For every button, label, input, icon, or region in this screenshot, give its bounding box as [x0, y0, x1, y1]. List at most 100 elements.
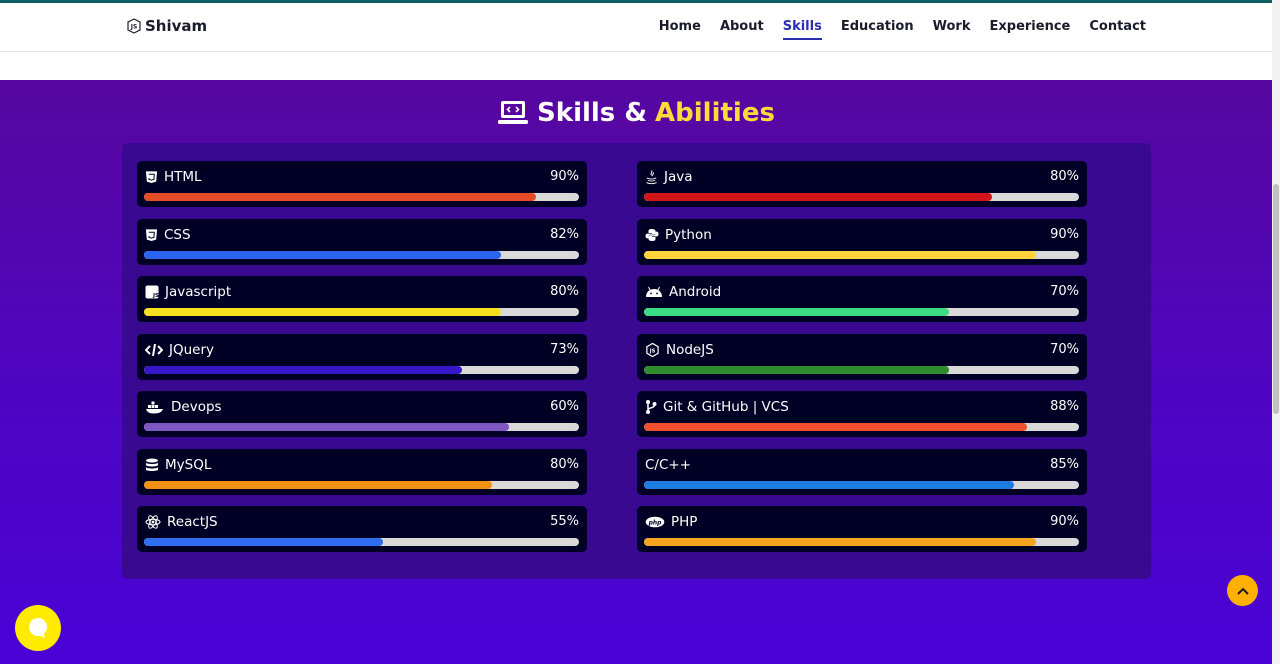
- skill-name: Git & GitHub | VCS: [663, 399, 789, 415]
- skill-label: JS Javascript: [145, 284, 231, 300]
- css3-icon: [145, 228, 158, 242]
- skill-percent: 90%: [1050, 514, 1079, 529]
- nav-link-home[interactable]: Home: [659, 19, 701, 40]
- skill-progress-track: [644, 250, 1079, 259]
- skill-progress-track: [644, 365, 1079, 374]
- page-scrollbar[interactable]: [1272, 0, 1280, 664]
- skill-label: C/C++: [645, 457, 691, 473]
- section-title: Skills & Abilities: [0, 98, 1272, 128]
- skill-progress-track: [644, 480, 1079, 489]
- skill-progress-fill: [644, 250, 1036, 259]
- skill-name: Java: [664, 169, 693, 185]
- skill-percent: 90%: [550, 169, 579, 184]
- skill-progress-fill: [144, 193, 536, 201]
- skill-progress-fill: [644, 308, 949, 316]
- skill-name: Devops: [171, 399, 222, 415]
- skill-label: HTML: [145, 169, 202, 185]
- nodejs-icon: JS: [645, 342, 660, 358]
- skill-label: Python: [645, 227, 712, 243]
- skill-label: Git & GitHub | VCS: [645, 399, 789, 415]
- skill-percent: 70%: [1050, 284, 1079, 299]
- database-icon: [145, 458, 159, 472]
- nav-link-experience[interactable]: Experience: [990, 19, 1071, 40]
- skill-label: Devops: [145, 399, 222, 415]
- skill-percent: 80%: [550, 284, 579, 299]
- code-icon: [145, 343, 163, 357]
- skill-progress-track: [144, 538, 579, 546]
- skill-card: JS NodeJS 70%: [637, 333, 1087, 380]
- react-icon: [145, 514, 161, 530]
- skill-label: ReactJS: [145, 514, 218, 530]
- chat-widget-button[interactable]: [15, 605, 61, 651]
- navbar: JS Shivam Home About Skills Education Work Ex…: [0, 3, 1272, 52]
- skill-percent: 85%: [1050, 456, 1079, 472]
- java-icon: [645, 169, 658, 185]
- skill-percent: 82%: [550, 226, 579, 242]
- skill-progress-track: [644, 538, 1079, 546]
- scroll-to-top-button[interactable]: [1227, 575, 1258, 606]
- chevron-up-icon: [1236, 587, 1249, 595]
- skill-card: HTML 90%: [137, 161, 587, 207]
- header-spacer: [0, 52, 1272, 80]
- skill-percent: 90%: [1050, 226, 1079, 242]
- skill-progress-fill: [144, 538, 384, 546]
- nav-link-work[interactable]: Work: [933, 19, 971, 40]
- nav-link-about[interactable]: About: [720, 19, 764, 40]
- skill-progress-track: [144, 250, 579, 259]
- skill-card: Java 80%: [637, 161, 1087, 207]
- skill-card: Git & GitHub | VCS 88%: [637, 391, 1087, 437]
- svg-text:JS: JS: [130, 24, 138, 31]
- docker-icon: [145, 400, 165, 414]
- skill-progress-track: [144, 480, 579, 489]
- skill-progress-fill: [144, 308, 501, 316]
- skill-progress-fill: [144, 423, 510, 431]
- skill-card: Python 90%: [637, 218, 1087, 265]
- brand-name: Shivam: [145, 17, 208, 35]
- skill-progress-fill: [644, 365, 949, 374]
- nav-link-education[interactable]: Education: [841, 19, 914, 40]
- skill-label: JS NodeJS: [645, 342, 714, 358]
- skill-progress-track: [644, 193, 1079, 201]
- skill-percent: 80%: [550, 456, 579, 472]
- skill-name: PHP: [671, 514, 698, 530]
- skill-percent: 70%: [1050, 341, 1079, 357]
- skill-progress-fill: [144, 365, 462, 374]
- skill-card: ReactJS 55%: [137, 506, 587, 552]
- skill-card: JQuery 73%: [137, 333, 587, 380]
- skill-name: NodeJS: [666, 341, 714, 358]
- skill-name: Javascript: [165, 284, 232, 300]
- skill-card: C/C++ 85%: [637, 448, 1087, 495]
- html5-icon: [145, 170, 158, 184]
- skills-panel: HTML 90% CSS 82% JS Javascript 80% JQuery 73% Dev…: [122, 143, 1151, 579]
- skill-card: JS Javascript 80%: [137, 276, 587, 322]
- skill-progress-track: [644, 423, 1079, 431]
- skill-name: Android: [669, 284, 722, 300]
- brand-logo[interactable]: JS Shivam: [126, 17, 207, 35]
- skill-card: CSS 82%: [137, 218, 587, 265]
- svg-text:php: php: [648, 519, 663, 526]
- nav-link-contact[interactable]: Contact: [1089, 19, 1146, 40]
- skill-label: JQuery: [145, 342, 214, 358]
- skill-progress-fill: [644, 423, 1027, 431]
- skill-name: JQuery: [169, 341, 215, 358]
- chat-bubble-icon: [29, 618, 47, 638]
- title-main: Skills &: [537, 98, 648, 128]
- skill-progress-fill: [644, 480, 1014, 489]
- title-highlight: Abilities: [655, 98, 775, 128]
- skill-progress-fill: [144, 250, 501, 259]
- skill-name: ReactJS: [167, 514, 218, 530]
- skill-label: Java: [645, 169, 693, 185]
- skill-label: Android: [645, 284, 721, 300]
- skill-name: CSS: [164, 226, 191, 243]
- skill-percent: 55%: [550, 514, 579, 529]
- skill-card: Devops 60%: [137, 391, 587, 437]
- skill-percent: 60%: [550, 399, 579, 414]
- android-icon: [645, 286, 663, 298]
- skill-label: php PHP: [645, 514, 697, 530]
- nav-link-skills[interactable]: Skills: [782, 19, 822, 40]
- laptop-code-icon: [498, 101, 529, 124]
- svg-text:JS: JS: [152, 293, 159, 299]
- scrollbar-thumb[interactable]: [1273, 184, 1279, 414]
- skill-progress-fill: [644, 538, 1036, 546]
- js-square-icon: JS: [145, 285, 159, 299]
